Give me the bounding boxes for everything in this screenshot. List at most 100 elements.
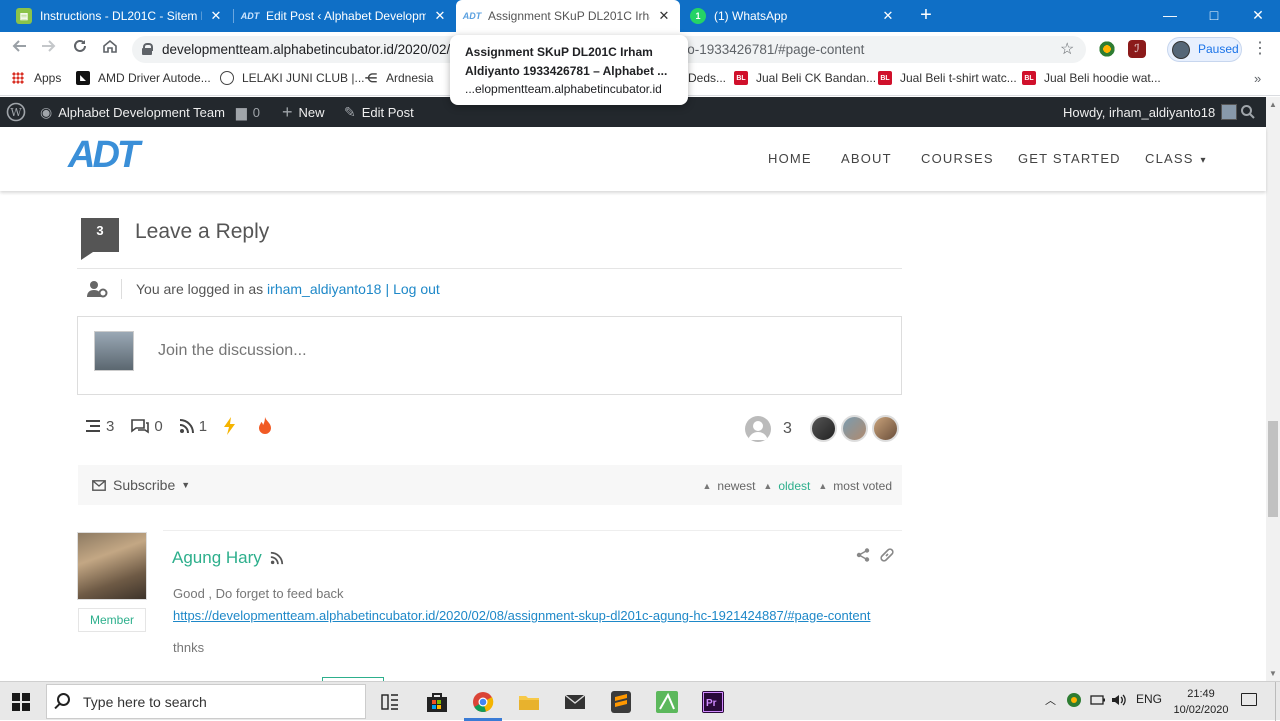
avatar[interactable] xyxy=(871,415,899,442)
sort-most-voted[interactable]: most voted xyxy=(833,479,892,493)
taskbar-greenapp[interactable] xyxy=(644,682,690,721)
acrobat-extension-icon[interactable]: ℐ xyxy=(1128,40,1146,58)
tab-whatsapp[interactable]: 1 (1) WhatsApp ✕ xyxy=(682,0,904,32)
wordpress-icon: W xyxy=(6,102,26,122)
my-account-menu[interactable]: Howdy, irham_aldiyanto18 xyxy=(1063,97,1238,127)
hottest-stat[interactable] xyxy=(257,417,277,435)
bookmark-star-icon[interactable]: ☆ xyxy=(1060,39,1074,59)
task-view-icon xyxy=(381,693,398,710)
sort-newest[interactable]: newest xyxy=(717,479,755,493)
forward-button[interactable] xyxy=(36,38,60,60)
comment-editor[interactable] xyxy=(77,316,902,395)
bookmark-label: LELAKI JUNI CLUB |... xyxy=(242,71,365,85)
notification-icon[interactable] xyxy=(1241,693,1257,706)
howdy-text: Howdy, irham_aldiyanto18 xyxy=(1063,104,1216,120)
username-link[interactable]: irham_aldiyanto18 xyxy=(267,281,381,297)
extension-globe-icon[interactable] xyxy=(1098,40,1116,58)
taskbar-file-explorer[interactable] xyxy=(506,682,552,721)
scroll-down-icon[interactable]: ▼ xyxy=(1269,669,1277,678)
replies-stat[interactable]: 0 xyxy=(130,418,163,435)
bookmark-ardnesia[interactable]: ⋲ Ardnesia xyxy=(364,71,433,85)
bookmarks-overflow-icon[interactable]: » xyxy=(1254,71,1261,86)
home-button[interactable] xyxy=(98,38,122,60)
logout-link[interactable]: Log out xyxy=(393,281,440,297)
new-content-button[interactable]: + New xyxy=(282,97,325,127)
sheets-icon: ▤ xyxy=(16,8,32,24)
followers-stat[interactable]: 1 xyxy=(179,418,207,435)
site-logo[interactable]: ADT xyxy=(66,134,156,178)
taskbar-clock[interactable]: 21:49 10/02/2020 xyxy=(1166,686,1236,718)
language-indicator[interactable]: ENG xyxy=(1136,692,1162,706)
close-icon[interactable]: ✕ xyxy=(880,8,896,24)
maximize-button[interactable]: □ xyxy=(1192,0,1236,32)
close-icon[interactable]: ✕ xyxy=(656,8,672,24)
reload-button[interactable] xyxy=(68,38,92,60)
close-window-button[interactable]: ✕ xyxy=(1236,0,1280,32)
profile-button[interactable]: Paused xyxy=(1167,37,1242,62)
nav-class[interactable]: CLASS ▾ xyxy=(1145,151,1207,166)
trending-stat[interactable] xyxy=(223,417,241,435)
comments-link[interactable]: ▆ 0 xyxy=(236,97,260,127)
close-icon[interactable]: ✕ xyxy=(208,8,224,24)
comment-input[interactable] xyxy=(158,339,858,363)
avatar[interactable] xyxy=(77,532,147,600)
network-globe-icon[interactable] xyxy=(1066,692,1082,711)
nav-courses[interactable]: COURSES xyxy=(921,151,994,166)
close-icon[interactable]: ✕ xyxy=(432,8,448,24)
edit-post-button[interactable]: ✎ Edit Post xyxy=(344,97,414,127)
url-text-tail: nto-1933426781/#page-content xyxy=(676,42,865,57)
site-name-link[interactable]: ◉ Alphabet Development Team xyxy=(40,97,225,127)
bookmark-deds[interactable]: Deds... xyxy=(688,71,726,85)
windows-start-button[interactable] xyxy=(12,693,30,711)
taskbar-sublime[interactable] xyxy=(598,682,644,721)
comment-author[interactable]: Agung Hary xyxy=(172,548,284,568)
bookmark-tshirt[interactable]: BL Jual Beli t-shirt watc... xyxy=(878,71,1017,85)
share-icon[interactable] xyxy=(856,548,870,562)
threads-stat[interactable]: 3 xyxy=(86,418,114,435)
more-vertical-icon[interactable]: ⋮ xyxy=(1252,38,1268,58)
minimize-button[interactable]: — xyxy=(1148,0,1192,32)
subscribe-dropdown[interactable]: Subscribe ▼ xyxy=(92,477,190,493)
avatar xyxy=(94,331,134,371)
logged-in-prefix: You are logged in as xyxy=(136,281,264,297)
wordpress-logo-button[interactable]: W xyxy=(6,97,26,127)
bookmark-lelaki[interactable]: LELAKI JUNI CLUB |... xyxy=(220,71,365,85)
avatar[interactable] xyxy=(809,415,837,442)
nav-home[interactable]: HOME xyxy=(768,151,812,166)
nav-get-started[interactable]: GET STARTED xyxy=(1018,151,1121,166)
comment-text: thnks xyxy=(173,640,205,655)
admin-search-button[interactable] xyxy=(1240,97,1256,127)
battery-icon[interactable] xyxy=(1090,692,1106,711)
chevron-up-icon[interactable]: ︿ xyxy=(1045,692,1056,708)
back-button[interactable] xyxy=(8,38,32,60)
bookmark-apps[interactable]: Apps xyxy=(12,71,61,85)
page-scrollbar[interactable]: ▲ ▼ xyxy=(1266,97,1280,681)
globe-icon xyxy=(220,71,234,85)
link-icon[interactable] xyxy=(880,548,894,562)
scrollbar-thumb[interactable] xyxy=(1268,421,1278,517)
show-desktop-button[interactable] xyxy=(1275,682,1280,721)
store-bag-icon xyxy=(427,692,447,712)
scroll-up-icon[interactable]: ▲ xyxy=(1269,100,1277,109)
nav-about[interactable]: ABOUT xyxy=(841,151,892,166)
subscribe-label: Subscribe xyxy=(113,477,176,493)
speaker-icon[interactable] xyxy=(1110,692,1128,711)
tab-assignment-active[interactable]: ADT Assignment SKuP DL201C Irham ✕ xyxy=(456,0,680,32)
taskbar-store[interactable] xyxy=(414,682,460,721)
tab-title: Edit Post ‹ Alphabet Developmen xyxy=(266,9,426,23)
sort-oldest[interactable]: oldest xyxy=(778,479,810,493)
taskbar-mail[interactable] xyxy=(552,682,598,721)
new-tab-button[interactable]: + xyxy=(914,4,938,28)
tab-instructions[interactable]: ▤ Instructions - DL201C - Sitem Ba ✕ xyxy=(8,0,232,32)
bookmark-hoodie[interactable]: BL Jual Beli hoodie wat... xyxy=(1022,71,1161,85)
tab-edit-post[interactable]: ADT Edit Post ‹ Alphabet Developmen ✕ xyxy=(234,0,456,32)
comment-link[interactable]: https://developmentteam.alphabetincubato… xyxy=(173,608,870,623)
avatar[interactable] xyxy=(840,415,868,442)
bookmark-ck[interactable]: BL Jual Beli CK Bandan... xyxy=(734,71,876,85)
bookmark-amd[interactable]: ◣ AMD Driver Autode... xyxy=(76,71,211,85)
taskbar-search[interactable]: Type here to search xyxy=(46,684,366,719)
taskbar-chrome[interactable] xyxy=(460,682,506,721)
taskbar-premiere[interactable]: Pr xyxy=(690,682,736,721)
tab-title: Instructions - DL201C - Sitem Ba xyxy=(40,9,202,23)
task-view-button[interactable] xyxy=(367,682,413,721)
